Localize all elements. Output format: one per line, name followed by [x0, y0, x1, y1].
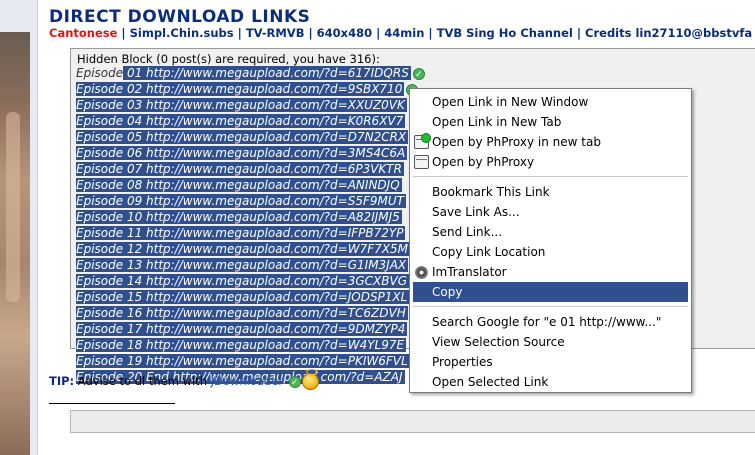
- jdownloader-link[interactable]: JDownloader: [211, 374, 283, 388]
- hidden-block-hint: Hidden Block (0 post(s) are required, yo…: [77, 52, 380, 66]
- menu-item-save-link-as[interactable]: Save Link As...: [410, 202, 691, 222]
- menu-item-search-google-for-e-01-http-ww[interactable]: Search Google for "e 01 http://www...": [410, 312, 691, 332]
- download-link[interactable]: Episode 10 http://www.megaupload.com/?d=…: [76, 210, 402, 224]
- download-link-row[interactable]: Episode 19 http://www.megaupload.com/?d=…: [76, 353, 425, 369]
- menu-separator: [413, 306, 688, 307]
- download-link-row[interactable]: Episode 13 http://www.megaupload.com/?d=…: [76, 257, 425, 273]
- download-link[interactable]: Episode 08 http://www.megaupload.com/?d=…: [76, 178, 402, 192]
- download-link-row[interactable]: Episode 16 http://www.megaupload.com/?d=…: [76, 305, 425, 321]
- download-link-row[interactable]: Episode 12 http://www.megaupload.com/?d=…: [76, 241, 425, 257]
- download-link[interactable]: Episode 03 http://www.megaupload.com/?d=…: [76, 98, 407, 112]
- download-link-row[interactable]: Episode 03 http://www.megaupload.com/?d=…: [76, 97, 425, 113]
- download-link[interactable]: 01 http://www.megaupload.com/?d=617IDQRS: [123, 66, 411, 80]
- signature-divider: [49, 403, 175, 404]
- menu-item-label: Copy Link Location: [432, 245, 546, 259]
- menu-item-open-link-in-new-tab[interactable]: Open Link in New Tab: [410, 112, 691, 132]
- left-side-panel: [0, 0, 38, 455]
- download-link[interactable]: Episode 19 http://www.megaupload.com/?d=…: [76, 354, 410, 368]
- reply-input-bar[interactable]: [70, 410, 755, 433]
- download-link[interactable]: Episode 13 http://www.megaupload.com/?d=…: [76, 258, 409, 272]
- menu-item-open-by-phproxy-in-new-tab[interactable]: Open by PhProxy in new tab: [410, 132, 691, 152]
- language-label: Cantonese: [49, 26, 118, 40]
- menu-item-open-link-in-new-window[interactable]: Open Link in New Window: [410, 92, 691, 112]
- menu-item-label: Bookmark This Link: [432, 185, 550, 199]
- menu-item-label: Open Selected Link: [432, 375, 549, 389]
- download-link[interactable]: Episode 09 http://www.megaupload.com/?d=…: [76, 194, 406, 208]
- meta-details: | Simpl.Chin.subs | TV-RMVB | 640x480 | …: [117, 26, 753, 40]
- download-link[interactable]: Episode 16 http://www.megaupload.com/?d=…: [76, 306, 408, 320]
- menu-item-label: Open by PhProxy in new tab: [432, 135, 601, 149]
- download-link-row[interactable]: Episode 11 http://www.megaupload.com/?d=…: [76, 225, 425, 241]
- menu-item-view-selection-source[interactable]: View Selection Source: [410, 332, 691, 352]
- menu-item-open-by-phproxy[interactable]: Open by PhProxy: [410, 152, 691, 172]
- avatar-photo: [0, 32, 30, 455]
- post-meta-line: Cantonese | Simpl.Chin.subs | TV-RMVB | …: [49, 26, 752, 40]
- download-link-row[interactable]: Episode 17 http://www.megaupload.com/?d=…: [76, 321, 425, 337]
- download-link[interactable]: Episode 07 http://www.megaupload.com/?d=…: [76, 162, 404, 176]
- tip-text: Advise to dl them with: [74, 374, 211, 388]
- menu-separator: [413, 176, 688, 177]
- menu-item-properties[interactable]: Properties: [410, 352, 691, 372]
- phproxy-newtab-icon: [414, 133, 431, 149]
- post-title: DIRECT DOWNLOAD LINKS: [49, 7, 311, 27]
- angel-smiley-icon: [301, 369, 319, 390]
- menu-item-label: Copy: [432, 285, 463, 299]
- download-link-row[interactable]: Episode 18 http://www.megaupload.com/?d=…: [76, 337, 425, 353]
- menu-item-imtranslator[interactable]: ImTranslator: [410, 262, 691, 282]
- download-link[interactable]: Episode 15 http://www.megaupload.com/?d=…: [76, 290, 410, 304]
- download-link[interactable]: Episode 05 http://www.megaupload.com/?d=…: [76, 130, 409, 144]
- menu-item-bookmark-this-link[interactable]: Bookmark This Link: [410, 182, 691, 202]
- tip-label: TIP:: [49, 374, 75, 388]
- download-link-row[interactable]: Episode 14 http://www.megaupload.com/?d=…: [76, 273, 425, 289]
- download-link-row[interactable]: Episode 01 http://www.megaupload.com/?d=…: [76, 65, 425, 81]
- download-link-row[interactable]: Episode 15 http://www.megaupload.com/?d=…: [76, 289, 425, 305]
- download-link-row[interactable]: Episode 10 http://www.megaupload.com/?d=…: [76, 209, 425, 225]
- menu-item-copy-link-location[interactable]: Copy Link Location: [410, 242, 691, 262]
- download-link[interactable]: Episode 06 http://www.megaupload.com/?d=…: [76, 146, 408, 160]
- menu-item-open-selected-link[interactable]: Open Selected Link: [410, 372, 691, 392]
- menu-item-label: View Selection Source: [432, 335, 565, 349]
- menu-item-label: Save Link As...: [432, 205, 520, 219]
- menu-item-label: Open Link in New Window: [432, 95, 589, 109]
- download-link[interactable]: Episode 02 http://www.megaupload.com/?d=…: [76, 82, 405, 96]
- download-link-row[interactable]: Episode 09 http://www.megaupload.com/?d=…: [76, 193, 425, 209]
- phproxy-icon: [414, 155, 429, 169]
- download-link-row[interactable]: Episode 04 http://www.megaupload.com/?d=…: [76, 113, 425, 129]
- menu-item-label: Search Google for "e 01 http://www...": [432, 315, 662, 329]
- download-link[interactable]: Episode 04 http://www.megaupload.com/?d=…: [76, 114, 406, 128]
- download-link-row[interactable]: Episode 05 http://www.megaupload.com/?d=…: [76, 129, 425, 145]
- download-link[interactable]: Episode 14 http://www.megaupload.com/?d=…: [76, 274, 409, 288]
- download-link-row[interactable]: Episode 02 http://www.megaupload.com/?d=…: [76, 81, 425, 97]
- download-link-row[interactable]: Episode 06 http://www.megaupload.com/?d=…: [76, 145, 425, 161]
- menu-item-label: Send Link...: [432, 225, 503, 239]
- menu-item-send-link[interactable]: Send Link...: [410, 222, 691, 242]
- menu-item-label: Open Link in New Tab: [432, 115, 562, 129]
- download-links-list: Episode 01 http://www.megaupload.com/?d=…: [76, 65, 425, 385]
- imtranslator-icon: [415, 266, 428, 279]
- context-menu: Open Link in New Window Open Link in New …: [409, 88, 692, 393]
- download-link[interactable]: Episode 18 http://www.megaupload.com/?d=…: [76, 338, 407, 352]
- download-link-row[interactable]: Episode 07 http://www.megaupload.com/?d=…: [76, 161, 425, 177]
- menu-item-label: Properties: [432, 355, 493, 369]
- menu-item-copy[interactable]: Copy: [413, 282, 688, 302]
- menu-item-label: ImTranslator: [432, 265, 507, 279]
- download-link-row[interactable]: Episode 08 http://www.megaupload.com/?d=…: [76, 177, 425, 193]
- tip-line: TIP: Advise to dl them with JDownloader …: [49, 369, 319, 390]
- menu-item-label: Open by PhProxy: [432, 155, 535, 169]
- download-link[interactable]: Episode 12 http://www.megaupload.com/?d=…: [76, 242, 410, 256]
- download-link[interactable]: Episode 11 http://www.megaupload.com/?d=…: [76, 226, 406, 240]
- download-link[interactable]: Episode 17 http://www.megaupload.com/?d=…: [76, 322, 408, 336]
- check-icon: ✓: [288, 375, 301, 388]
- link-prefix-text: Episode: [76, 66, 124, 80]
- link-ok-check-icon: ✓: [412, 67, 425, 80]
